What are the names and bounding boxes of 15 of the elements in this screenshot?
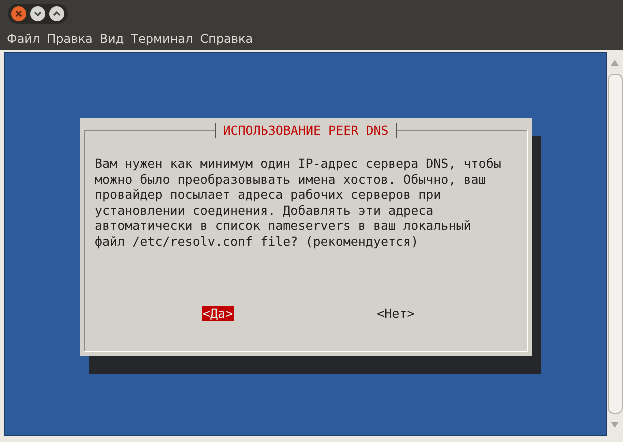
minimize-icon[interactable] — [30, 6, 46, 22]
menu-item[interactable]: Вид — [96, 30, 128, 48]
menu-item[interactable]: Файл — [4, 30, 44, 48]
close-icon[interactable] — [11, 6, 27, 22]
menu-item[interactable]: Справка — [197, 30, 256, 48]
maximize-icon[interactable] — [49, 6, 65, 22]
dialog-title: ИСПОЛЬЗОВАНИЕ PEER DNS — [215, 123, 397, 138]
scroll-down-icon[interactable] — [611, 422, 619, 428]
scrollbar-thumb[interactable] — [608, 74, 622, 414]
menu-item[interactable]: Правка — [44, 30, 96, 48]
scroll-up-icon[interactable] — [611, 60, 619, 66]
menu-item[interactable]: Терминал — [128, 30, 196, 48]
dialog-button[interactable]: <Да> — [202, 306, 234, 321]
dialog-button[interactable]: <Нет> — [376, 306, 416, 321]
dialog-message: Вам нужен как минимум один IP-адрес сервера DNS, чтобы можно было преобразовывать имена хостов. Обычно, ваш провайдер посылает адреса рабочих серверов при установлении соединения. Добавлять эти адреса автоматически в список nameservers в ваш локальный файл /etc/resolv.conf file? (рекомендуется) — [95, 156, 502, 250]
